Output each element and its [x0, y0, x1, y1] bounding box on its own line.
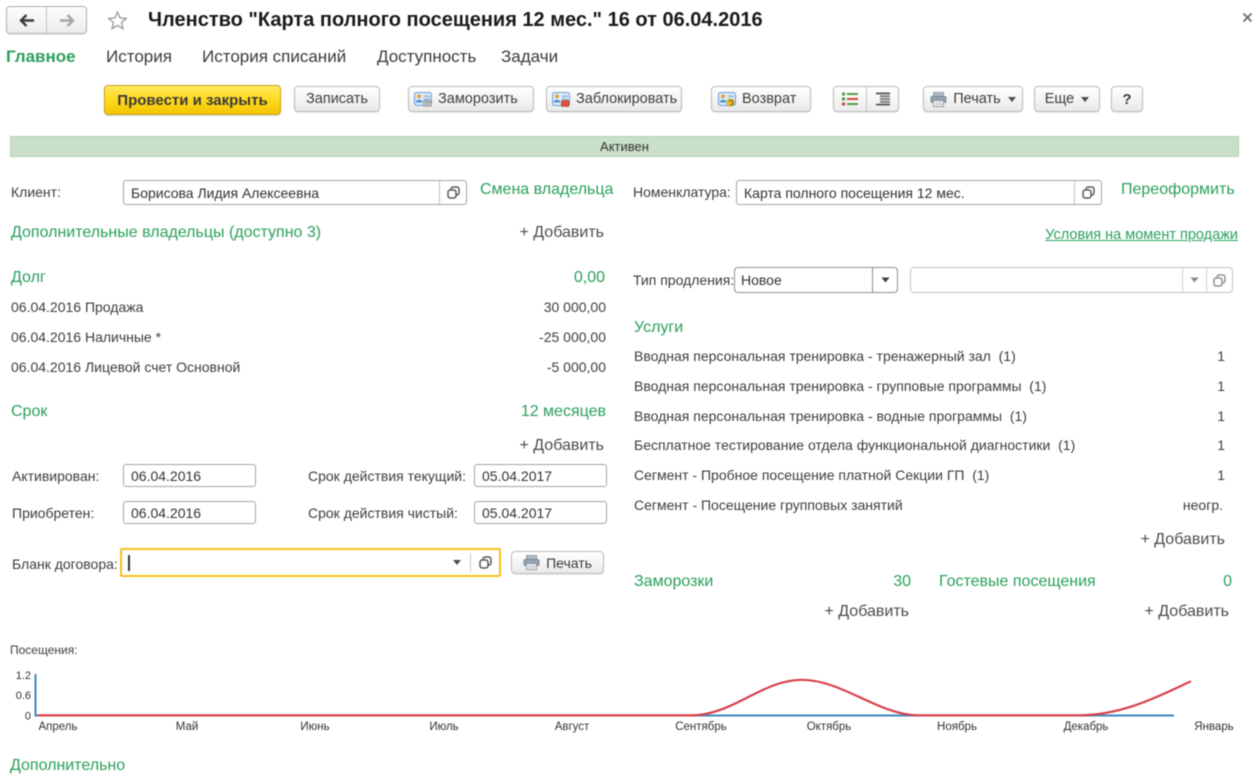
svg-text:Январь: Январь — [1194, 721, 1233, 733]
svg-text:Ноябрь: Ноябрь — [937, 721, 977, 733]
svg-text:Декабрь: Декабрь — [1064, 721, 1109, 733]
svg-text:0.6: 0.6 — [16, 690, 31, 702]
svg-text:Сентябрь: Сентябрь — [675, 721, 727, 733]
svg-text:Июнь: Июнь — [300, 721, 329, 733]
svg-text:Апрель: Апрель — [38, 721, 77, 733]
svg-text:Август: Август — [555, 721, 590, 733]
svg-text:1.2: 1.2 — [16, 670, 31, 682]
svg-text:0: 0 — [25, 711, 31, 723]
svg-text:Октябрь: Октябрь — [807, 721, 852, 733]
svg-text:Июль: Июль — [429, 721, 458, 733]
svg-text:Май: Май — [176, 721, 199, 733]
